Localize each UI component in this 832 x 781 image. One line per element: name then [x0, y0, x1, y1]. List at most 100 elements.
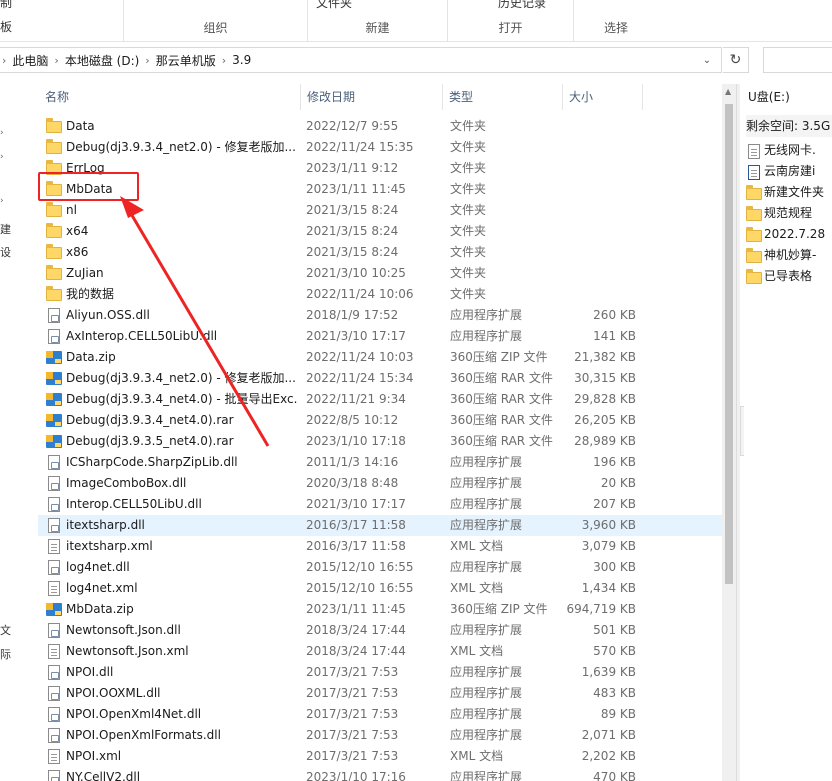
file-type: XML 文档: [450, 539, 504, 553]
search-input[interactable]: [763, 47, 832, 73]
file-row[interactable]: NPOI.xml 2017/3/21 7:53 XML 文档 2,202 KB: [38, 746, 722, 767]
secondary-list-item[interactable]: 2022.7.28: [746, 224, 825, 245]
file-type: 应用程序扩展: [450, 308, 523, 322]
file-row[interactable]: NY.CellV2.dll 2023/1/10 17:16 应用程序扩展 470 KB: [38, 767, 722, 781]
file-type: 应用程序扩展: [450, 665, 523, 679]
secondary-window: U盘(E:) 剩余空间: 3.5G 无线网卡. 云南房建i 新建文件夹 规范规程 202…: [744, 84, 832, 781]
file-row[interactable]: itextsharp.dll 2016/3/17 11:58 应用程序扩展 3,960…: [38, 515, 722, 536]
secondary-list-item[interactable]: 规范规程: [746, 203, 813, 224]
file-row[interactable]: log4net.dll 2015/12/10 16:55 应用程序扩展 300 KB: [38, 557, 722, 578]
file-row[interactable]: Newtonsoft.Json.dll 2018/3/24 17:44 应用程序扩展…: [38, 620, 722, 641]
expand-arrow-icon[interactable]: ›: [0, 196, 4, 206]
file-name: 我的数据: [66, 287, 115, 301]
dll-file-icon: [46, 707, 62, 722]
chevron-right-icon[interactable]: ›: [0, 54, 8, 67]
file-row[interactable]: ImageComboBox.dll 2020/3/18 8:48 应用程序扩展 20 …: [38, 473, 722, 494]
secondary-list-item[interactable]: 无线网卡.: [748, 140, 816, 161]
file-name: Data: [66, 119, 95, 133]
file-date: 2021/3/15 8:24: [306, 224, 399, 238]
file-size: 470 KB: [593, 770, 636, 781]
expand-arrow-icon[interactable]: ›: [0, 152, 4, 162]
scroll-up-icon[interactable]: ▲: [725, 87, 731, 96]
nav-item-fragment[interactable]: 建: [0, 221, 11, 237]
scrollbar-thumb[interactable]: [725, 104, 733, 584]
file-row[interactable]: Debug(dj3.9.3.4_net4.0) - 批量导出Exc... 2022…: [38, 389, 722, 410]
file-row[interactable]: NPOI.OOXML.dll 2017/3/21 7:53 应用程序扩展 483 KB: [38, 683, 722, 704]
file-row[interactable]: Aliyun.OSS.dll 2018/1/9 17:52 应用程序扩展 260 KB: [38, 305, 722, 326]
column-header-type[interactable]: 类型: [442, 84, 562, 110]
secondary-item-label: 规范规程: [764, 206, 813, 220]
secondary-list-item[interactable]: 神机妙算-: [746, 245, 816, 266]
file-size: 694,719 KB: [566, 602, 636, 616]
file-row[interactable]: itextsharp.xml 2016/3/17 11:58 XML 文档 3,079…: [38, 536, 722, 557]
column-header-date[interactable]: 修改日期: [300, 84, 442, 110]
column-divider[interactable]: [642, 84, 643, 110]
secondary-item-label: 云南房建i: [764, 164, 816, 178]
file-row[interactable]: Debug(dj3.9.3.4_net2.0) - 修复老版加... 2022/1…: [38, 137, 722, 158]
secondary-list-item[interactable]: 新建文件夹: [746, 182, 824, 203]
file-name: NPOI.OpenXml4Net.dll: [66, 707, 202, 721]
file-row[interactable]: NPOI.dll 2017/3/21 7:53 应用程序扩展 1,639 KB: [38, 662, 722, 683]
history-button[interactable]: 历史记录: [498, 0, 546, 11]
dll-file-icon: [46, 308, 62, 323]
nav-item-fragment[interactable]: 设: [0, 244, 11, 260]
file-row[interactable]: MbData.zip 2023/1/11 11:45 360压缩 ZIP 文件 694…: [38, 599, 722, 620]
file-row[interactable]: NPOI.OpenXmlFormats.dll 2017/3/21 7:53 应用程…: [38, 725, 722, 746]
vertical-scrollbar[interactable]: ▲: [722, 84, 736, 781]
file-row[interactable]: AxInterop.CELL50LibU.dll 2021/3/10 17:17 应…: [38, 326, 722, 347]
file-name: ImageComboBox.dll: [66, 476, 187, 490]
file-type: 360压缩 ZIP 文件: [450, 602, 548, 616]
dll-file-icon: [46, 770, 62, 781]
file-size: 207 KB: [593, 497, 636, 511]
file-name: Debug(dj3.9.3.5_net4.0).rar: [66, 434, 234, 448]
file-type: 360压缩 RAR 文件: [450, 413, 553, 427]
file-row[interactable]: NPOI.OpenXml4Net.dll 2017/3/21 7:53 应用程序扩展…: [38, 704, 722, 725]
secondary-list-item[interactable]: 云南房建i: [748, 161, 816, 182]
file-size: 300 KB: [593, 560, 636, 574]
ribbon-group-clipboard: [0, 0, 124, 42]
secondary-item-label: 已导表格: [764, 269, 813, 283]
file-row[interactable]: x86 2021/3/15 8:24 文件夹: [38, 242, 722, 263]
file-row[interactable]: nl 2021/3/15 8:24 文件夹: [38, 200, 722, 221]
chevron-right-icon[interactable]: ›: [143, 54, 151, 67]
file-list: ^ 名称 修改日期 类型 大小 Data 2022/12/7 9:55 文件夹 Deb…: [38, 84, 722, 781]
file-row[interactable]: Newtonsoft.Json.xml 2018/3/24 17:44 XML 文档…: [38, 641, 722, 662]
file-row[interactable]: Debug(dj3.9.3.4_net2.0) - 修复老版加... 2022/1…: [38, 368, 722, 389]
dll-file-icon: [46, 560, 62, 575]
breadcrumb-3-9[interactable]: 3.9: [228, 53, 255, 67]
breadcrumb-local-disk[interactable]: 本地磁盘 (D:): [61, 52, 143, 69]
chevron-down-icon[interactable]: ⌄: [697, 51, 717, 71]
chevron-right-icon[interactable]: ›: [52, 54, 60, 67]
nav-item-fragment[interactable]: 际: [0, 646, 11, 662]
chevron-right-icon[interactable]: ›: [220, 54, 228, 67]
file-row[interactable]: Debug(dj3.9.3.4_net4.0).rar 2022/8/5 10:1…: [38, 410, 722, 431]
file-row[interactable]: Data.zip 2022/11/24 10:03 360压缩 ZIP 文件 21,3…: [38, 347, 722, 368]
dll-file-icon: [46, 497, 62, 512]
file-row[interactable]: ZuJian 2021/3/10 10:25 文件夹: [38, 263, 722, 284]
file-row[interactable]: MbData 2023/1/11 11:45 文件夹: [38, 179, 722, 200]
new-folder-button[interactable]: 文件夹: [316, 0, 352, 11]
refresh-button[interactable]: ↻: [723, 47, 749, 73]
file-row[interactable]: log4net.xml 2015/12/10 16:55 XML 文档 1,434 K…: [38, 578, 722, 599]
nav-item-fragment[interactable]: 文: [0, 622, 11, 638]
file-row[interactable]: 我的数据 2022/11/24 10:06 文件夹: [38, 284, 722, 305]
file-type: XML 文档: [450, 644, 504, 658]
file-row[interactable]: Debug(dj3.9.3.5_net4.0).rar 2023/1/10 17:…: [38, 431, 722, 452]
column-header-name[interactable]: 名称: [38, 84, 300, 110]
secondary-list-item[interactable]: 已导表格: [746, 266, 813, 287]
column-header-size[interactable]: 大小: [562, 84, 642, 110]
ribbon-group-new-label: 新建: [365, 21, 390, 35]
secondary-item-label: 无线网卡.: [764, 143, 816, 157]
file-row[interactable]: ICSharpCode.SharpZipLib.dll 2011/1/3 14:1…: [38, 452, 722, 473]
folder-icon: [46, 244, 62, 260]
breadcrumb-this-pc[interactable]: 此电脑: [8, 52, 52, 69]
file-type: 360压缩 RAR 文件: [450, 434, 553, 448]
file-row[interactable]: Interop.CELL50LibU.dll 2021/3/10 17:17 应用程…: [38, 494, 722, 515]
expand-arrow-icon[interactable]: ›: [0, 128, 4, 138]
file-type: 文件夹: [450, 287, 487, 301]
file-row[interactable]: ErrLog 2023/1/11 9:12 文件夹: [38, 158, 722, 179]
file-row[interactable]: x64 2021/3/15 8:24 文件夹: [38, 221, 722, 242]
file-row[interactable]: Data 2022/12/7 9:55 文件夹: [38, 116, 722, 137]
breadcrumb-nayun[interactable]: 那云单机版: [152, 52, 220, 69]
address-bar[interactable]: › 此电脑 › 本地磁盘 (D:) › 那云单机版 › 3.9 ⌄: [0, 47, 722, 73]
